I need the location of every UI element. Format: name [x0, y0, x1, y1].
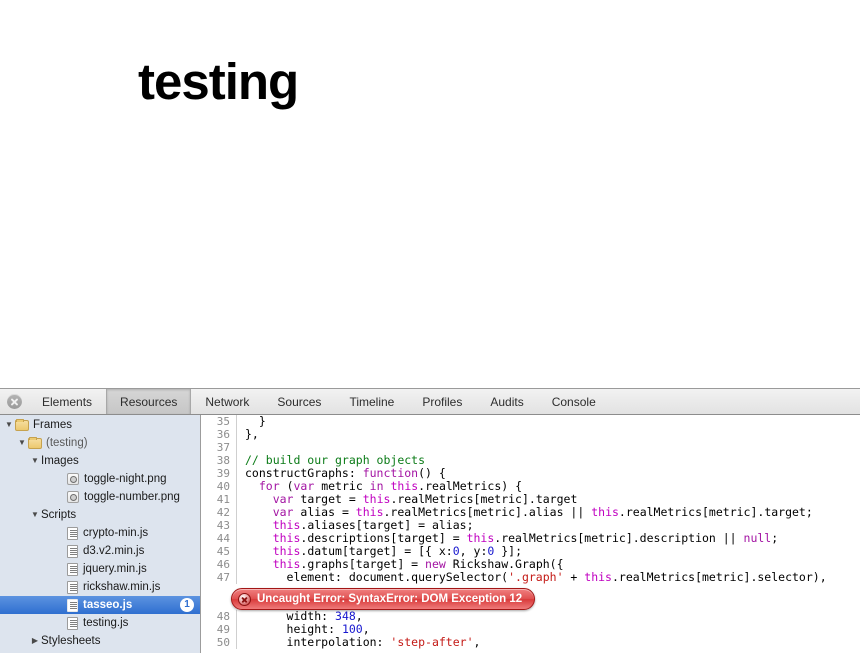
tab-elements[interactable]: Elements: [28, 389, 106, 414]
code-line-text: interpolation: 'step-after',: [245, 635, 481, 649]
image-file-icon: [67, 473, 79, 485]
tree-row-label: jquery.min.js: [83, 563, 147, 575]
source-code-viewer[interactable]: 35 } 36}, 37 38// build our graph objects 39…: [201, 415, 860, 653]
tab-console[interactable]: Console: [538, 389, 610, 414]
code-line-text: },: [245, 427, 259, 441]
line-number: 50: [201, 636, 237, 649]
line-number: 38: [201, 454, 237, 467]
tree-row-label: (testing): [46, 437, 88, 449]
chevron-down-icon[interactable]: ▼: [4, 421, 14, 429]
tree-row-label: rickshaw.min.js: [83, 581, 161, 593]
resources-sidebar-tree[interactable]: ▼Frames▼(testing)▼Images▶toggle-night.pn…: [0, 415, 201, 653]
line-number: 36: [201, 428, 237, 441]
tree-row-label: Scripts: [41, 509, 77, 521]
code-lines: 35 } 36}, 37 38// build our graph objects 39…: [201, 415, 860, 649]
tree-row[interactable]: ▼ (testing): [0, 434, 200, 452]
code-line: 36},: [201, 428, 860, 441]
tree-row[interactable]: ▶ crypto-min.js: [0, 524, 200, 542]
code-line: 50 interpolation: 'step-after',: [201, 636, 860, 649]
tree-row[interactable]: ▶ Stylesheets: [0, 632, 200, 650]
tree-row[interactable]: ▼ Images: [0, 452, 200, 470]
line-number: 39: [201, 467, 237, 480]
script-file-icon: [67, 616, 78, 630]
disclosure-spacer: ▶: [56, 601, 66, 609]
page-title: testing: [138, 53, 299, 111]
close-circle-icon: [6, 394, 22, 409]
line-number: 49: [201, 623, 237, 636]
tree-row-label: d3.v2.min.js: [83, 545, 145, 557]
line-number: 40: [201, 480, 237, 493]
tree-row[interactable]: ▶ d3.v2.min.js: [0, 542, 200, 560]
script-file-icon: [67, 598, 78, 612]
folder-icon: [15, 418, 29, 431]
disclosure-spacer: ▶: [56, 475, 66, 483]
line-number: 37: [201, 441, 237, 454]
devtools-body: ▼Frames▼(testing)▼Images▶toggle-night.pn…: [0, 415, 860, 653]
tab-audits[interactable]: Audits: [476, 389, 537, 414]
tree-row-label: Stylesheets: [41, 635, 101, 647]
line-number: 48: [201, 610, 237, 623]
devtools-toolbar: Elements Resources Network Sources Timeline P…: [0, 389, 860, 415]
tree-row[interactable]: ▶ jquery.min.js: [0, 560, 200, 578]
line-number: 46: [201, 558, 237, 571]
tab-network[interactable]: Network: [191, 389, 263, 414]
web-page-viewport: testing: [0, 0, 860, 388]
disclosure-spacer: ▶: [56, 529, 66, 537]
line-number: 44: [201, 532, 237, 545]
tab-sources[interactable]: Sources: [263, 389, 335, 414]
tree-row-label: Images: [41, 455, 79, 467]
line-number: 47: [201, 571, 237, 584]
tree-row[interactable]: ▶ testing.js: [0, 614, 200, 632]
disclosure-spacer: ▶: [56, 619, 66, 627]
tree-row[interactable]: ▶ toggle-night.png: [0, 470, 200, 488]
disclosure-spacer: ▶: [56, 493, 66, 501]
tree-row[interactable]: ▶ rickshaw.min.js: [0, 578, 200, 596]
line-number: 41: [201, 493, 237, 506]
code-line-text: element: document.querySelector('.graph'…: [245, 570, 827, 584]
error-bubble[interactable]: Uncaught Error: SyntaxError: DOM Excepti…: [231, 588, 536, 610]
tab-resources[interactable]: Resources: [106, 389, 192, 414]
tree-row[interactable]: ▼ Frames: [0, 416, 200, 434]
folder-icon: [28, 436, 42, 449]
tree-row[interactable]: ▶ toggle-number.png: [0, 488, 200, 506]
tree-row-label: crypto-min.js: [83, 527, 149, 539]
disclosure-spacer: ▶: [56, 547, 66, 555]
script-file-icon: [67, 526, 78, 540]
line-number: 35: [201, 415, 237, 428]
line-number: 42: [201, 506, 237, 519]
tree-row[interactable]: ▶ tasseo.js 1: [0, 596, 200, 614]
disclosure-spacer: ▶: [56, 565, 66, 573]
tree-row[interactable]: ▼ Scripts: [0, 506, 200, 524]
tree-row-label: toggle-night.png: [84, 473, 167, 485]
image-file-icon: [67, 491, 79, 503]
tree-row-label: toggle-number.png: [84, 491, 180, 503]
line-number: 45: [201, 545, 237, 558]
chevron-down-icon[interactable]: ▼: [30, 511, 40, 519]
error-count-badge: 1: [180, 598, 194, 612]
script-file-icon: [67, 562, 78, 576]
close-devtools-button[interactable]: [0, 389, 28, 414]
disclosure-spacer: ▶: [56, 583, 66, 591]
chevron-down-icon[interactable]: ▼: [30, 457, 40, 465]
code-line: 47 element: document.querySelector('.gra…: [201, 571, 860, 584]
devtools-panel: Elements Resources Network Sources Timeline P…: [0, 388, 860, 653]
tree-row-label: Frames: [33, 419, 72, 431]
error-message: Uncaught Error: SyntaxError: DOM Excepti…: [257, 593, 523, 605]
code-line: 35 }: [201, 415, 860, 428]
script-file-icon: [67, 580, 78, 594]
line-number: 43: [201, 519, 237, 532]
tree-row-label: tasseo.js: [83, 599, 133, 611]
error-x-icon: [238, 592, 251, 606]
chevron-right-icon[interactable]: ▶: [30, 637, 40, 645]
tab-timeline[interactable]: Timeline: [335, 389, 408, 414]
tab-profiles[interactable]: Profiles: [408, 389, 476, 414]
script-file-icon: [67, 544, 78, 558]
chevron-down-icon[interactable]: ▼: [17, 439, 27, 447]
devtools-tab-bar: Elements Resources Network Sources Timeline P…: [28, 389, 610, 414]
tree-row-label: testing.js: [83, 617, 129, 629]
